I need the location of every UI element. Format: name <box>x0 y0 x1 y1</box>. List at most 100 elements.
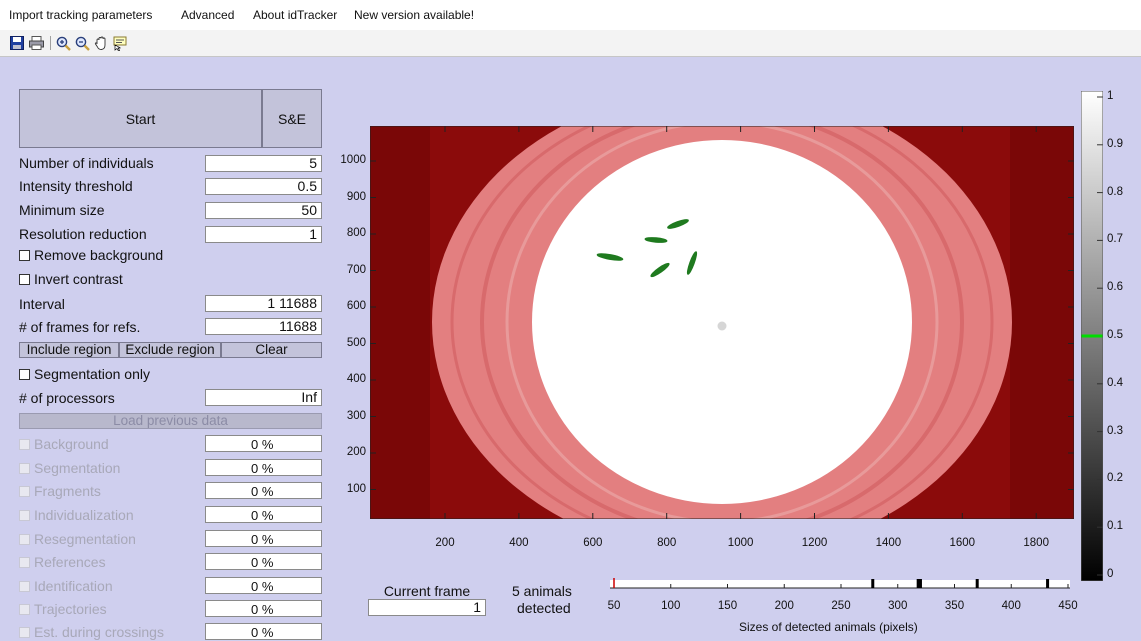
checkbox-box[interactable] <box>19 580 30 592</box>
frame-image[interactable] <box>370 126 1074 519</box>
colorbar-tick-label: 0.4 <box>1107 376 1123 389</box>
load-previous-data-button[interactable]: Load previous data <box>19 413 322 429</box>
minimum-size-input[interactable]: 50 <box>205 202 322 219</box>
interval-input[interactable]: 1 11688 <box>205 295 322 312</box>
size-tick-label: 100 <box>661 600 681 612</box>
resolution-reduction-input[interactable]: 1 <box>205 226 322 243</box>
progress-row-references[interactable]: References <box>19 554 106 570</box>
checkbox-box[interactable] <box>19 556 30 568</box>
progress-label: Background <box>34 436 109 452</box>
save-icon[interactable] <box>9 35 25 51</box>
start-button[interactable]: Start <box>19 89 262 148</box>
colorbar-tick-label: 0.7 <box>1107 233 1123 246</box>
resolution-reduction-label: Resolution reduction <box>19 226 147 242</box>
menu-advanced[interactable]: Advanced <box>181 8 234 22</box>
checkbox-box[interactable] <box>19 485 30 497</box>
threshold-marker[interactable] <box>1081 334 1103 338</box>
checkbox-box[interactable] <box>19 438 30 450</box>
progress-label: Resegmentation <box>34 531 136 547</box>
detected-size-mark <box>918 579 922 588</box>
frames-for-refs-input[interactable]: 11688 <box>205 318 322 335</box>
invert-contrast-checkbox[interactable]: Invert contrast <box>19 271 123 287</box>
progress-row-trajectories[interactable]: Trajectories <box>19 601 107 617</box>
print-icon[interactable] <box>28 35 44 51</box>
progress-label: References <box>34 554 106 570</box>
progress-value: 0 % <box>205 577 322 594</box>
checkbox-box[interactable] <box>19 249 30 261</box>
detected-size-mark <box>1046 579 1050 588</box>
colorbar-tick-label: 0.1 <box>1107 520 1123 533</box>
processors-input[interactable]: Inf <box>205 389 322 406</box>
include-region-button[interactable]: Include region <box>19 342 119 358</box>
colorbar-tick-label: 0.9 <box>1107 137 1123 150</box>
progress-value-text: 0 % <box>251 579 274 594</box>
checkbox-box[interactable] <box>19 273 30 285</box>
colorbar-tick-label: 0.3 <box>1107 424 1123 437</box>
zoom-out-icon[interactable] <box>74 35 90 51</box>
checkbox-box[interactable] <box>19 626 30 638</box>
progress-row-identification[interactable]: Identification <box>19 578 113 594</box>
intensity-threshold-input[interactable]: 0.5 <box>205 178 322 195</box>
zoom-in-icon[interactable] <box>55 35 71 51</box>
toolbar <box>0 30 1141 57</box>
progress-label: Trajectories <box>34 601 107 617</box>
colorbar-tick-label: 0.8 <box>1107 185 1123 198</box>
progress-row-background[interactable]: Background <box>19 436 109 452</box>
segmentation-only-checkbox[interactable]: Segmentation only <box>19 366 150 382</box>
invert-contrast-label: Invert contrast <box>34 271 123 287</box>
arena-center-marker <box>717 321 727 331</box>
checkbox-box[interactable] <box>19 533 30 545</box>
size-tick-label: 350 <box>944 600 965 612</box>
remove-background-label: Remove background <box>34 247 164 263</box>
segmentation-only-label: Segmentation only <box>34 366 150 382</box>
x-tick-label: 1600 <box>949 537 976 549</box>
progress-value: 0 % <box>205 623 322 640</box>
number-of-individuals-input[interactable]: 5 <box>205 155 322 172</box>
colorbar-tick-label: 0 <box>1107 568 1114 580</box>
remove-background-checkbox[interactable]: Remove background <box>19 247 163 263</box>
progress-value: 0 % <box>205 435 322 452</box>
progress-value-text: 0 % <box>251 555 274 570</box>
progress-value-text: 0 % <box>251 532 274 547</box>
menu-about-idtracker[interactable]: About idTracker <box>253 8 337 22</box>
menu-import-tracking-parameters[interactable]: Import tracking parameters <box>9 8 152 22</box>
y-tick-label: 200 <box>346 446 366 458</box>
checkbox-box[interactable] <box>19 462 30 474</box>
menu-new-version[interactable]: New version available! <box>354 8 474 22</box>
progress-row-est-during-crossings[interactable]: Est. during crossings <box>19 624 164 640</box>
checkbox-box[interactable] <box>19 603 30 615</box>
y-tick-label: 400 <box>346 373 366 385</box>
image-right-shade <box>1010 126 1074 519</box>
y-tick-label: 100 <box>346 482 366 495</box>
start-and-exit-button[interactable]: S&E <box>262 89 322 148</box>
progress-value: 0 % <box>205 482 322 499</box>
size-tick-label: 150 <box>717 600 738 612</box>
progress-value-text: 0 % <box>251 484 274 499</box>
intensity-threshold-label: Intensity threshold <box>19 178 133 194</box>
progress-value-text: 0 % <box>251 508 274 523</box>
processors-label: # of processors <box>19 390 115 406</box>
progress-value: 0 % <box>205 530 322 547</box>
y-tick-label: 800 <box>346 227 366 239</box>
colorbar-tick-label: 0.5 <box>1107 329 1123 341</box>
x-tick-label: 400 <box>509 537 529 549</box>
progress-label: Fragments <box>34 483 101 499</box>
progress-label: Est. during crossings <box>34 624 164 640</box>
y-tick-label: 500 <box>346 336 366 349</box>
checkbox-box[interactable] <box>19 509 30 521</box>
data-cursor-icon[interactable] <box>112 35 128 51</box>
progress-row-individualization[interactable]: Individualization <box>19 507 134 523</box>
progress-value: 0 % <box>205 506 322 523</box>
progress-row-resegmentation[interactable]: Resegmentation <box>19 531 136 547</box>
clear-button[interactable]: Clear <box>221 342 322 358</box>
progress-row-segmentation[interactable]: Segmentation <box>19 460 120 476</box>
exclude-region-button[interactable]: Exclude region <box>119 342 221 358</box>
pan-hand-icon[interactable] <box>93 35 109 51</box>
current-frame-input[interactable]: 1 <box>368 599 486 616</box>
number-of-individuals-label: Number of individuals <box>19 155 154 171</box>
detected-size-mark <box>975 579 979 588</box>
size-tick-label: 50 <box>607 600 621 612</box>
progress-row-fragments[interactable]: Fragments <box>19 483 101 499</box>
detected-size-mark <box>871 579 875 588</box>
checkbox-box[interactable] <box>19 368 30 380</box>
